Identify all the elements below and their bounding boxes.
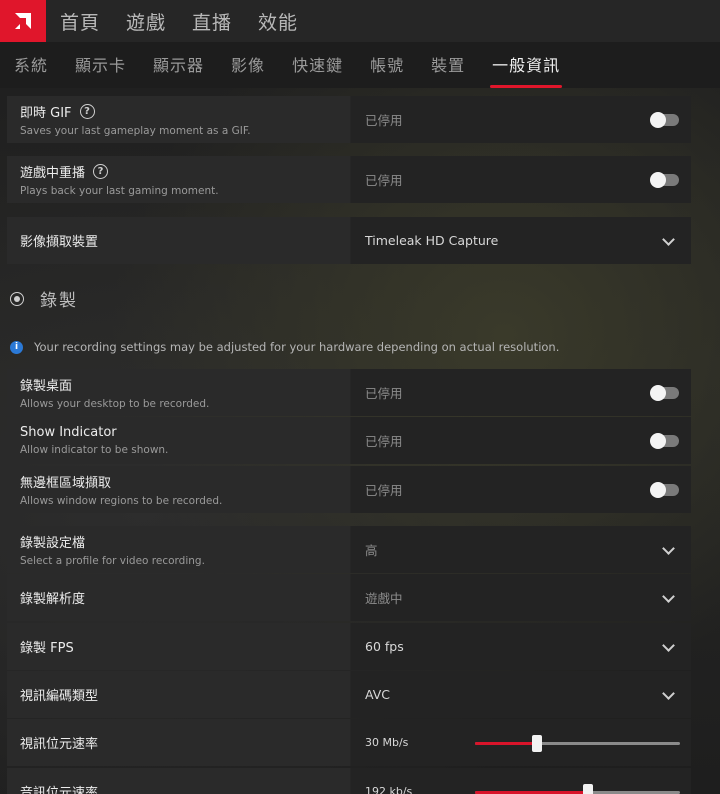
slider-fill <box>475 790 588 794</box>
setting-title: 音訊位元速率 <box>20 786 99 794</box>
question-circle-icon[interactable]: ? <box>79 104 95 119</box>
setting-value: 已停用 <box>365 434 403 449</box>
setting-value: 192 kb/s <box>365 785 413 794</box>
setting-value: 已停用 <box>365 113 403 128</box>
setting-show-indicator: Show Indicator Allow indicator to be sho… <box>7 417 691 464</box>
setting-description: Allow indicator to be shown. <box>20 444 169 456</box>
instant-gif-toggle[interactable] <box>650 111 679 128</box>
video-bitrate-slider[interactable] <box>475 734 680 752</box>
setting-description: Select a profile for video recording. <box>20 555 205 567</box>
capture-device-select[interactable]: Timeleak HD Capture <box>365 233 498 248</box>
slider-handle[interactable] <box>532 734 542 752</box>
borderless-capture-toggle[interactable] <box>650 481 679 498</box>
section-title: 錄製 <box>40 291 78 311</box>
setting-title: 遊戲中重播 <box>20 166 86 181</box>
amd-logo-icon[interactable] <box>0 0 46 42</box>
chevron-down-icon[interactable] <box>662 638 675 652</box>
tab-devices[interactable]: 裝置 <box>431 42 465 88</box>
tab-system[interactable]: 系統 <box>14 42 48 88</box>
recording-info-note: i Your recording settings may be adjuste… <box>10 340 559 354</box>
setting-recording-resolution[interactable]: 錄製解析度 遊戲中 <box>7 574 691 621</box>
chevron-down-icon[interactable] <box>662 686 675 700</box>
info-icon: i <box>10 340 23 354</box>
setting-title: 即時 GIF <box>20 106 72 121</box>
setting-instant-gif: 即時 GIF? Saves your last gameplay moment … <box>7 96 691 143</box>
question-circle-icon[interactable]: ? <box>93 164 109 179</box>
setting-capture-device[interactable]: 影像擷取裝置 Timeleak HD Capture <box>7 217 691 264</box>
top-nav-streaming[interactable]: 直播 <box>192 8 232 35</box>
top-nav-performance[interactable]: 效能 <box>258 8 298 35</box>
chevron-down-icon[interactable] <box>662 232 675 246</box>
setting-encoding-type[interactable]: 視訊編碼類型 AVC <box>7 671 691 718</box>
chevron-down-icon[interactable] <box>662 541 675 555</box>
encoding-type-select[interactable]: AVC <box>365 687 390 702</box>
setting-title: 影像擷取裝置 <box>20 235 99 250</box>
setting-value: 已停用 <box>365 173 403 188</box>
show-indicator-toggle[interactable] <box>650 432 679 449</box>
record-desktop-toggle[interactable] <box>650 384 679 401</box>
tab-graphics[interactable]: 顯示卡 <box>75 42 126 88</box>
setting-title: 錄製設定檔 <box>20 536 86 551</box>
setting-title: 錄製桌面 <box>20 379 73 394</box>
slider-fill <box>475 741 537 745</box>
tab-accounts[interactable]: 帳號 <box>370 42 404 88</box>
recording-section-header: 錄製 <box>10 286 78 311</box>
setting-title: 錄製 FPS <box>20 641 74 656</box>
slider-handle[interactable] <box>583 783 593 794</box>
setting-value: 已停用 <box>365 483 403 498</box>
setting-description: Plays back your last gaming moment. <box>20 185 219 197</box>
setting-title: Show Indicator <box>20 425 117 440</box>
setting-title: 視訊位元速率 <box>20 737 99 752</box>
instant-replay-toggle[interactable] <box>650 171 679 188</box>
setting-record-desktop: 錄製桌面 Allows your desktop to be recorded.… <box>7 369 691 416</box>
setting-borderless-capture: 無邊框區域擷取 Allows window regions to be reco… <box>7 466 691 513</box>
top-nav: 首頁 遊戲 直播 效能 <box>60 8 324 35</box>
setting-description: Allows your desktop to be recorded. <box>20 398 210 410</box>
chevron-down-icon[interactable] <box>662 589 675 603</box>
setting-value: 已停用 <box>365 386 403 401</box>
audio-bitrate-slider[interactable] <box>475 783 680 794</box>
settings-tabs: 系統 顯示卡 顯示器 影像 快速鍵 帳號 裝置 一般資訊 <box>0 42 720 88</box>
top-nav-gaming[interactable]: 遊戲 <box>126 8 166 35</box>
setting-video-bitrate: 視訊位元速率 30 Mb/s <box>7 719 691 766</box>
top-bar: 首頁 遊戲 直播 效能 <box>0 0 720 42</box>
setting-recording-fps[interactable]: 錄製 FPS 60 fps <box>7 623 691 670</box>
recording-resolution-select[interactable]: 遊戲中 <box>365 588 403 607</box>
setting-description: Allows window regions to be recorded. <box>20 495 223 507</box>
recording-fps-select[interactable]: 60 fps <box>365 639 404 654</box>
top-nav-home[interactable]: 首頁 <box>60 8 100 35</box>
info-text: Your recording settings may be adjusted … <box>34 340 560 354</box>
setting-description: Saves your last gameplay moment as a GIF… <box>20 125 251 137</box>
setting-audio-bitrate: 音訊位元速率 192 kb/s <box>7 768 691 794</box>
setting-title: 視訊編碼類型 <box>20 689 99 704</box>
tab-hotkeys[interactable]: 快速鍵 <box>292 42 343 88</box>
tab-display[interactable]: 顯示器 <box>153 42 204 88</box>
tab-video[interactable]: 影像 <box>231 42 265 88</box>
setting-value: 30 Mb/s <box>365 736 409 749</box>
tab-general[interactable]: 一般資訊 <box>490 42 563 88</box>
setting-recording-profile[interactable]: 錄製設定檔 Select a profile for video recordi… <box>7 526 691 573</box>
radio-dot-icon <box>10 291 24 306</box>
recording-profile-select[interactable]: 高 <box>365 540 378 559</box>
setting-title: 錄製解析度 <box>20 592 86 607</box>
setting-title: 無邊框區域擷取 <box>20 476 112 491</box>
setting-instant-replay: 遊戲中重播? Plays back your last gaming momen… <box>7 156 691 203</box>
